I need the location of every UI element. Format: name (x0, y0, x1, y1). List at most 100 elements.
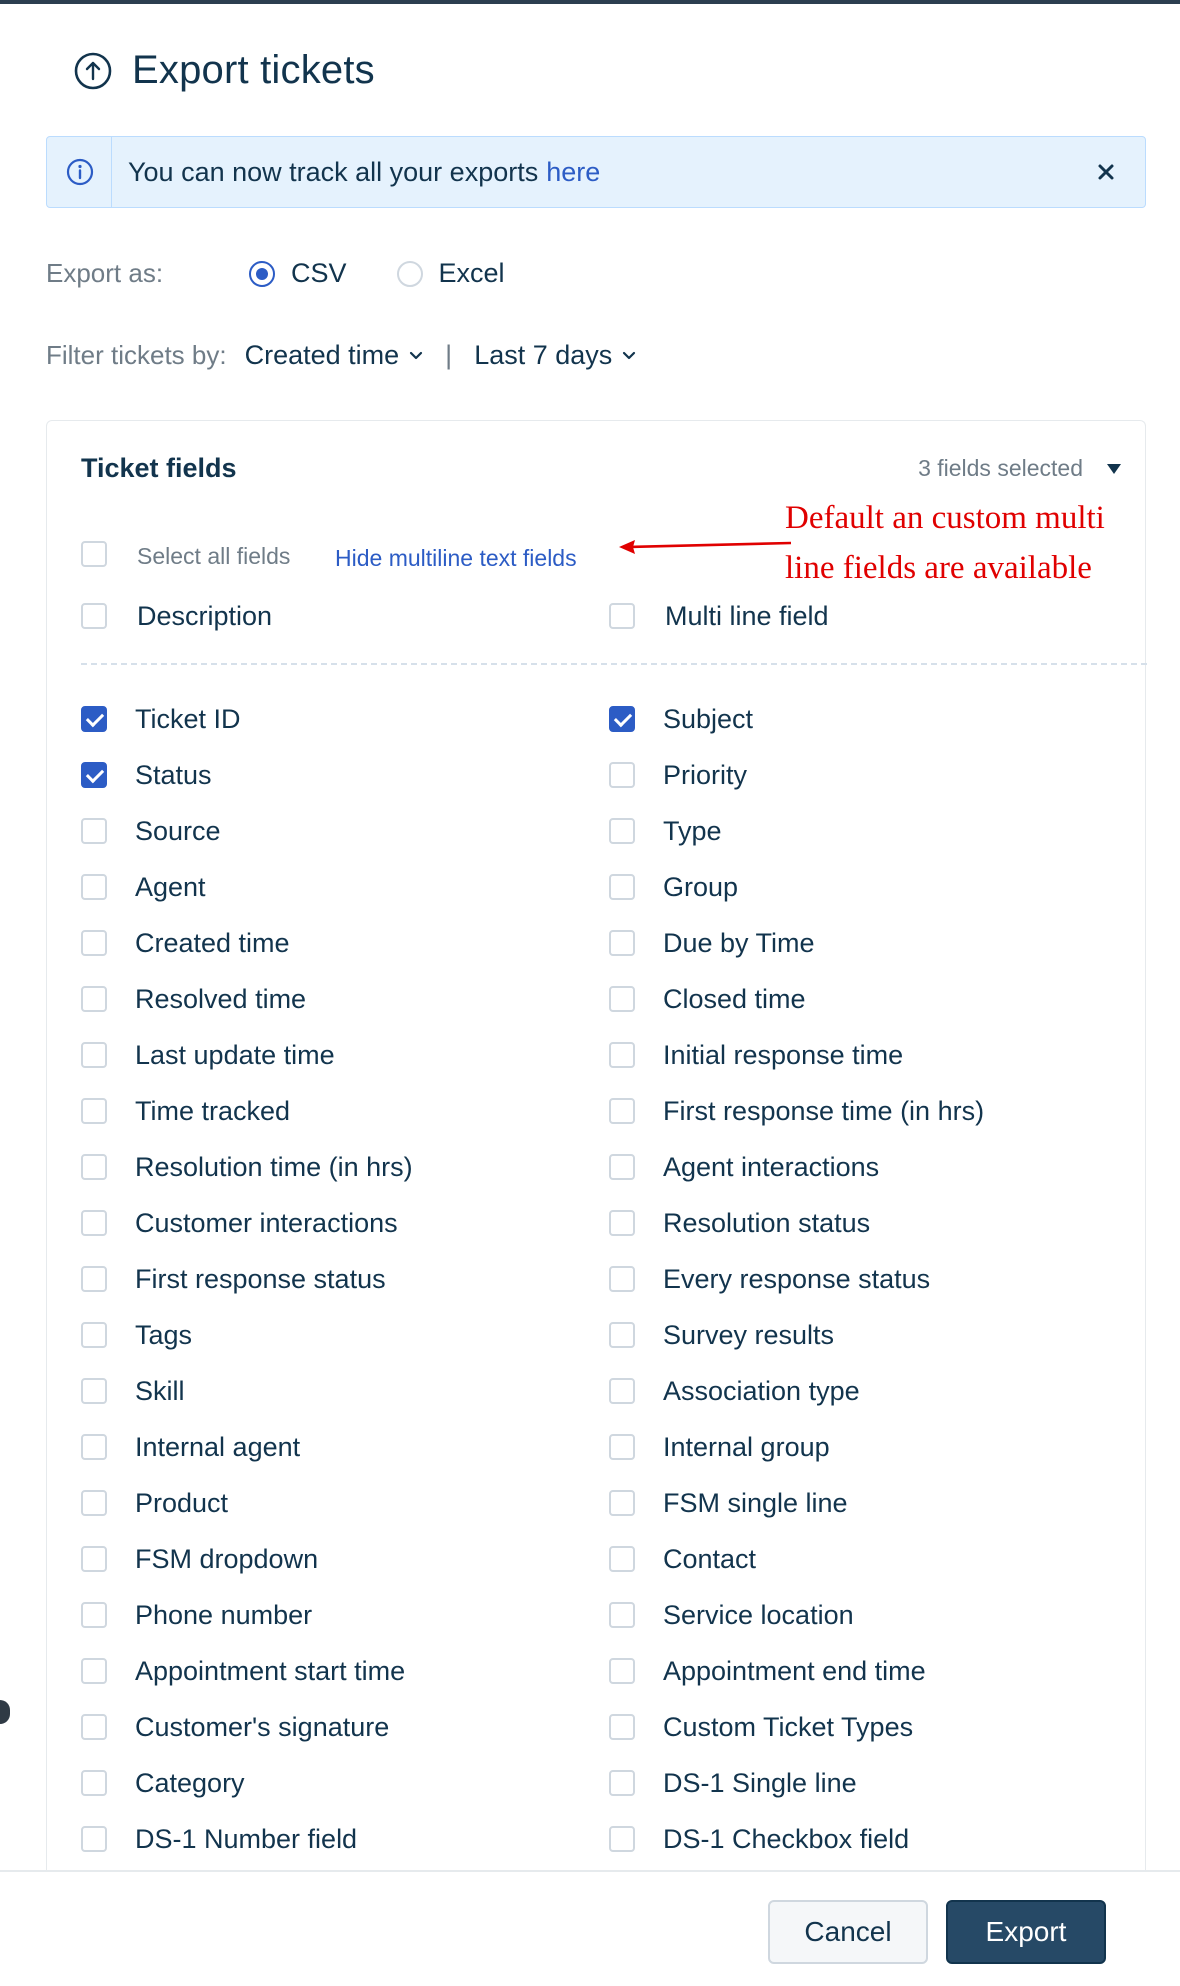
filter-field-dropdown[interactable]: Created time (245, 340, 424, 371)
field-option-ds-1-single-line[interactable]: DS-1 Single line (609, 1755, 857, 1811)
field-checkbox-resolution-status[interactable] (609, 1210, 635, 1236)
field-checkbox-fsm-dropdown[interactable] (81, 1546, 107, 1572)
field-option-ds-1-checkbox-field[interactable]: DS-1 Checkbox field (609, 1811, 909, 1867)
field-option-customer-interactions[interactable]: Customer interactions (81, 1195, 398, 1251)
field-option-internal-agent[interactable]: Internal agent (81, 1419, 300, 1475)
field-option-fsm-dropdown[interactable]: FSM dropdown (81, 1531, 318, 1587)
field-checkbox-first-response-status[interactable] (81, 1266, 107, 1292)
field-option-category[interactable]: Category (81, 1755, 245, 1811)
field-checkbox-type[interactable] (609, 818, 635, 844)
field-checkbox-resolution-time-in-hrs[interactable] (81, 1154, 107, 1180)
field-checkbox-appointment-start-time[interactable] (81, 1658, 107, 1684)
field-checkbox-phone-number[interactable] (81, 1602, 107, 1628)
field-option-source[interactable]: Source (81, 803, 221, 859)
field-checkbox-status[interactable] (81, 762, 107, 788)
field-option-agent[interactable]: Agent (81, 859, 206, 915)
field-option-ds-1-number-field[interactable]: DS-1 Number field (81, 1811, 357, 1867)
field-option-first-response-time-in-hrs[interactable]: First response time (in hrs) (609, 1083, 984, 1139)
field-checkbox-fsm-single-line[interactable] (609, 1490, 635, 1516)
field-checkbox-agent[interactable] (81, 874, 107, 900)
field-checkbox-resolved-time[interactable] (81, 986, 107, 1012)
field-option-subject[interactable]: Subject (609, 691, 753, 747)
radio-csv[interactable]: CSV (249, 258, 347, 289)
field-option-first-response-status[interactable]: First response status (81, 1251, 386, 1307)
field-option-association-type[interactable]: Association type (609, 1363, 860, 1419)
field-option-created-time[interactable]: Created time (81, 915, 290, 971)
field-option-every-response-status[interactable]: Every response status (609, 1251, 930, 1307)
field-checkbox-customer-s-signature[interactable] (81, 1714, 107, 1740)
field-checkbox-skill[interactable] (81, 1378, 107, 1404)
field-option-resolution-status[interactable]: Resolution status (609, 1195, 870, 1251)
field-checkbox-tags[interactable] (81, 1322, 107, 1348)
info-icon (66, 158, 94, 186)
field-option-agent-interactions[interactable]: Agent interactions (609, 1139, 879, 1195)
field-checkbox-subject[interactable] (609, 706, 635, 732)
hide-multiline-link[interactable]: Hide multiline text fields (335, 545, 577, 572)
field-checkbox-ds-1-checkbox-field[interactable] (609, 1826, 635, 1852)
field-checkbox-priority[interactable] (609, 762, 635, 788)
field-option-appointment-end-time[interactable]: Appointment end time (609, 1643, 926, 1699)
field-option-internal-group[interactable]: Internal group (609, 1419, 830, 1475)
field-checkbox-initial-response-time[interactable] (609, 1042, 635, 1068)
field-option-service-location[interactable]: Service location (609, 1587, 854, 1643)
field-option-fsm-single-line[interactable]: FSM single line (609, 1475, 848, 1531)
field-checkbox-internal-group[interactable] (609, 1434, 635, 1460)
field-checkbox-source[interactable] (81, 818, 107, 844)
field-checkbox-agent-interactions[interactable] (609, 1154, 635, 1180)
field-option-time-tracked[interactable]: Time tracked (81, 1083, 290, 1139)
field-option-contact[interactable]: Contact (609, 1531, 756, 1587)
field-checkbox-product[interactable] (81, 1490, 107, 1516)
field-checkbox-ticket-id[interactable] (81, 706, 107, 732)
field-option-initial-response-time[interactable]: Initial response time (609, 1027, 903, 1083)
field-option-resolution-time-in-hrs[interactable]: Resolution time (in hrs) (81, 1139, 413, 1195)
fields-selected-toggle[interactable]: 3 fields selected (918, 455, 1121, 482)
field-checkbox-closed-time[interactable] (609, 986, 635, 1012)
field-option-phone-number[interactable]: Phone number (81, 1587, 312, 1643)
field-checkbox-due-by-time[interactable] (609, 930, 635, 956)
field-option-status[interactable]: Status (81, 747, 212, 803)
field-checkbox-ds-1-number-field[interactable] (81, 1826, 107, 1852)
field-checkbox-category[interactable] (81, 1770, 107, 1796)
radio-csv-dot[interactable] (249, 260, 275, 287)
field-checkbox-ds-1-single-line[interactable] (609, 1770, 635, 1796)
field-checkbox-survey-results[interactable] (609, 1322, 635, 1348)
field-option-ticket-id[interactable]: Ticket ID (81, 691, 241, 747)
field-checkbox-description[interactable] (81, 603, 107, 629)
field-checkbox-multi-line-field[interactable] (609, 603, 635, 629)
field-checkbox-time-tracked[interactable] (81, 1098, 107, 1124)
field-option-resolved-time[interactable]: Resolved time (81, 971, 306, 1027)
field-checkbox-first-response-time-in-hrs[interactable] (609, 1098, 635, 1124)
field-option-last-update-time[interactable]: Last update time (81, 1027, 335, 1083)
select-all-checkbox[interactable] (81, 541, 107, 567)
field-option-custom-ticket-types[interactable]: Custom Ticket Types (609, 1699, 913, 1755)
field-checkbox-service-location[interactable] (609, 1602, 635, 1628)
field-checkbox-association-type[interactable] (609, 1378, 635, 1404)
field-option-skill[interactable]: Skill (81, 1363, 185, 1419)
filter-range-dropdown[interactable]: Last 7 days (474, 340, 636, 371)
field-option-product[interactable]: Product (81, 1475, 228, 1531)
field-option-appointment-start-time[interactable]: Appointment start time (81, 1643, 405, 1699)
field-checkbox-group[interactable] (609, 874, 635, 900)
field-option-priority[interactable]: Priority (609, 747, 747, 803)
field-option-customer-s-signature[interactable]: Customer's signature (81, 1699, 389, 1755)
field-option-survey-results[interactable]: Survey results (609, 1307, 834, 1363)
cancel-button[interactable]: Cancel (768, 1900, 928, 1964)
field-checkbox-appointment-end-time[interactable] (609, 1658, 635, 1684)
field-option-type[interactable]: Type (609, 803, 722, 859)
field-checkbox-every-response-status[interactable] (609, 1266, 635, 1292)
field-checkbox-created-time[interactable] (81, 930, 107, 956)
banner-close-button[interactable] (1089, 155, 1123, 189)
radio-excel-dot[interactable] (396, 260, 423, 287)
field-checkbox-internal-agent[interactable] (81, 1434, 107, 1460)
field-option-closed-time[interactable]: Closed time (609, 971, 806, 1027)
field-option-tags[interactable]: Tags (81, 1307, 192, 1363)
field-option-group[interactable]: Group (609, 859, 738, 915)
field-option-due-by-time[interactable]: Due by Time (609, 915, 815, 971)
export-button[interactable]: Export (946, 1900, 1106, 1964)
field-checkbox-contact[interactable] (609, 1546, 635, 1572)
field-checkbox-customer-interactions[interactable] (81, 1210, 107, 1236)
field-checkbox-custom-ticket-types[interactable] (609, 1714, 635, 1740)
radio-excel[interactable]: Excel (396, 258, 505, 289)
field-checkbox-last-update-time[interactable] (81, 1042, 107, 1068)
banner-exports-link[interactable]: here (546, 157, 600, 188)
